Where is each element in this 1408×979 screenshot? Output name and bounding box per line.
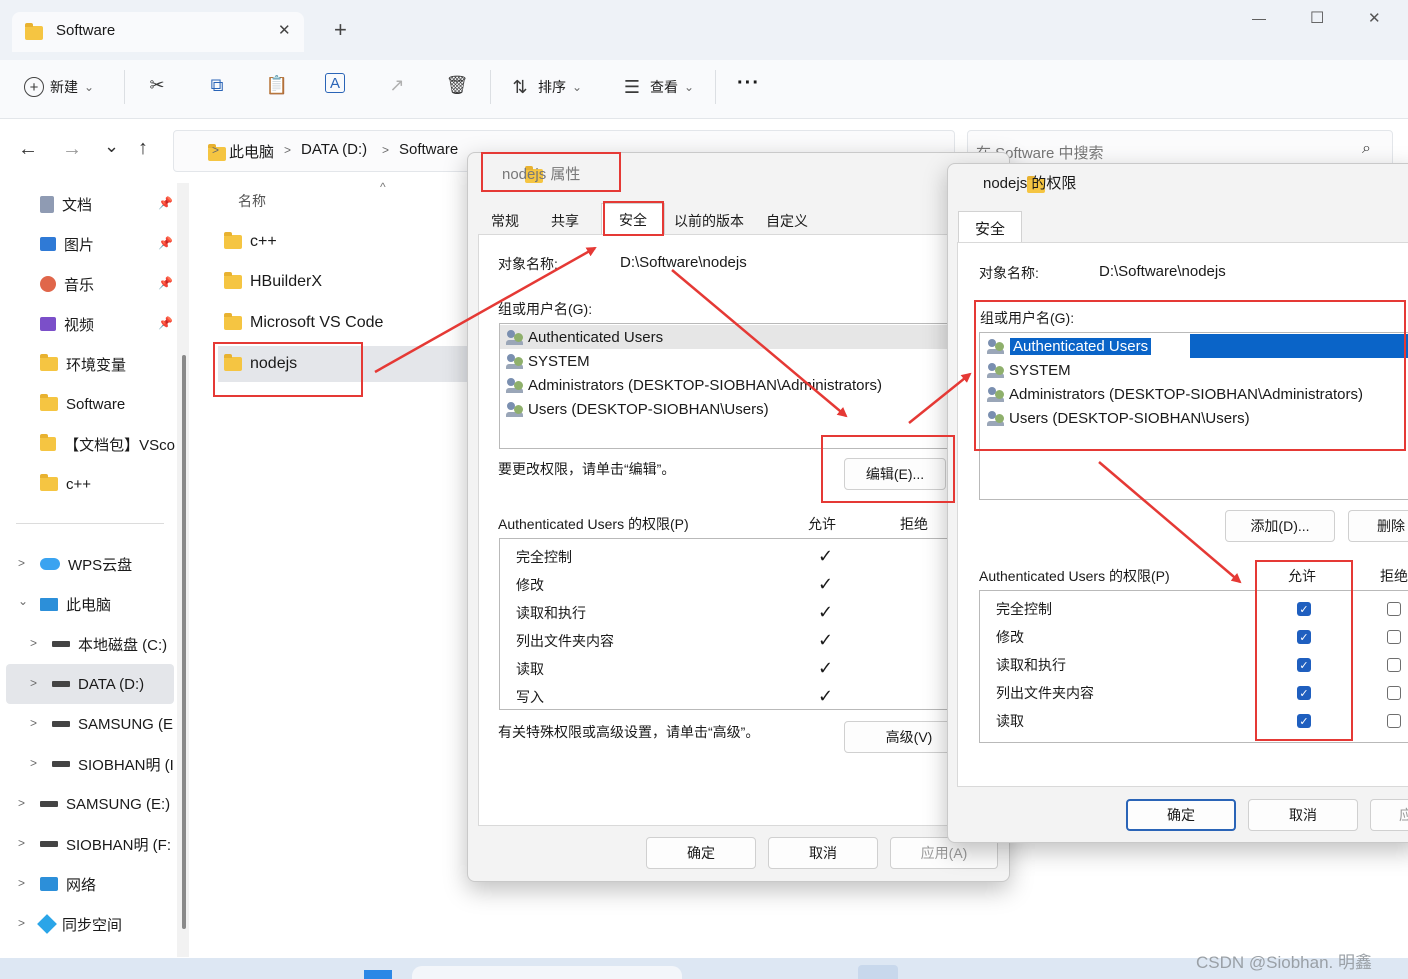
arrow-to-user-list (908, 372, 972, 424)
arrow-to-edit-button (671, 269, 848, 418)
arrow-to-security-tab (374, 246, 597, 374)
watermark: CSDN @Siobhan. 明鑫 (1196, 953, 1372, 972)
annotation-arrows (374, 246, 1242, 584)
arrow-to-allow-column (1098, 461, 1242, 584)
